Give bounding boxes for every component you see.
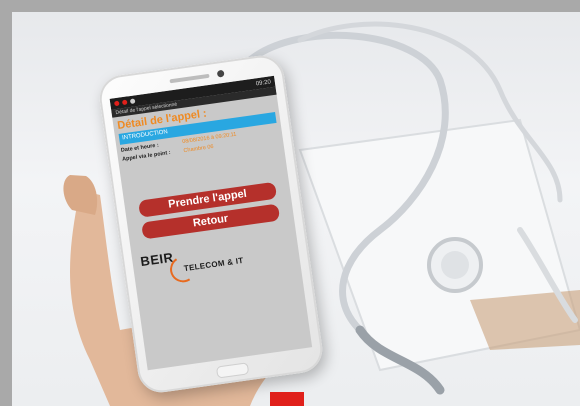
call-point-value: Chambre 06 <box>183 143 214 155</box>
phone-home-button <box>215 362 250 379</box>
top-border <box>0 0 580 12</box>
notification-icon <box>113 100 120 107</box>
marketing-image: 09:20 Détail de l'appel sélectionné Déta… <box>0 0 580 406</box>
phone-camera <box>216 69 225 78</box>
red-corner-block <box>270 392 304 406</box>
phone-screen: 09:20 Détail de l'appel sélectionné Déta… <box>109 75 313 371</box>
notification-icon <box>129 98 136 105</box>
notification-icons <box>113 98 136 107</box>
status-time: 09:20 <box>255 78 272 87</box>
company-logo: BEIR TELECOM & IT <box>140 232 301 288</box>
logo-tagline: TELECOM & IT <box>183 255 245 274</box>
left-border <box>0 0 12 406</box>
notification-icon <box>121 99 128 106</box>
phone-speaker <box>169 73 210 84</box>
logo-brand: BEIR <box>139 249 175 270</box>
